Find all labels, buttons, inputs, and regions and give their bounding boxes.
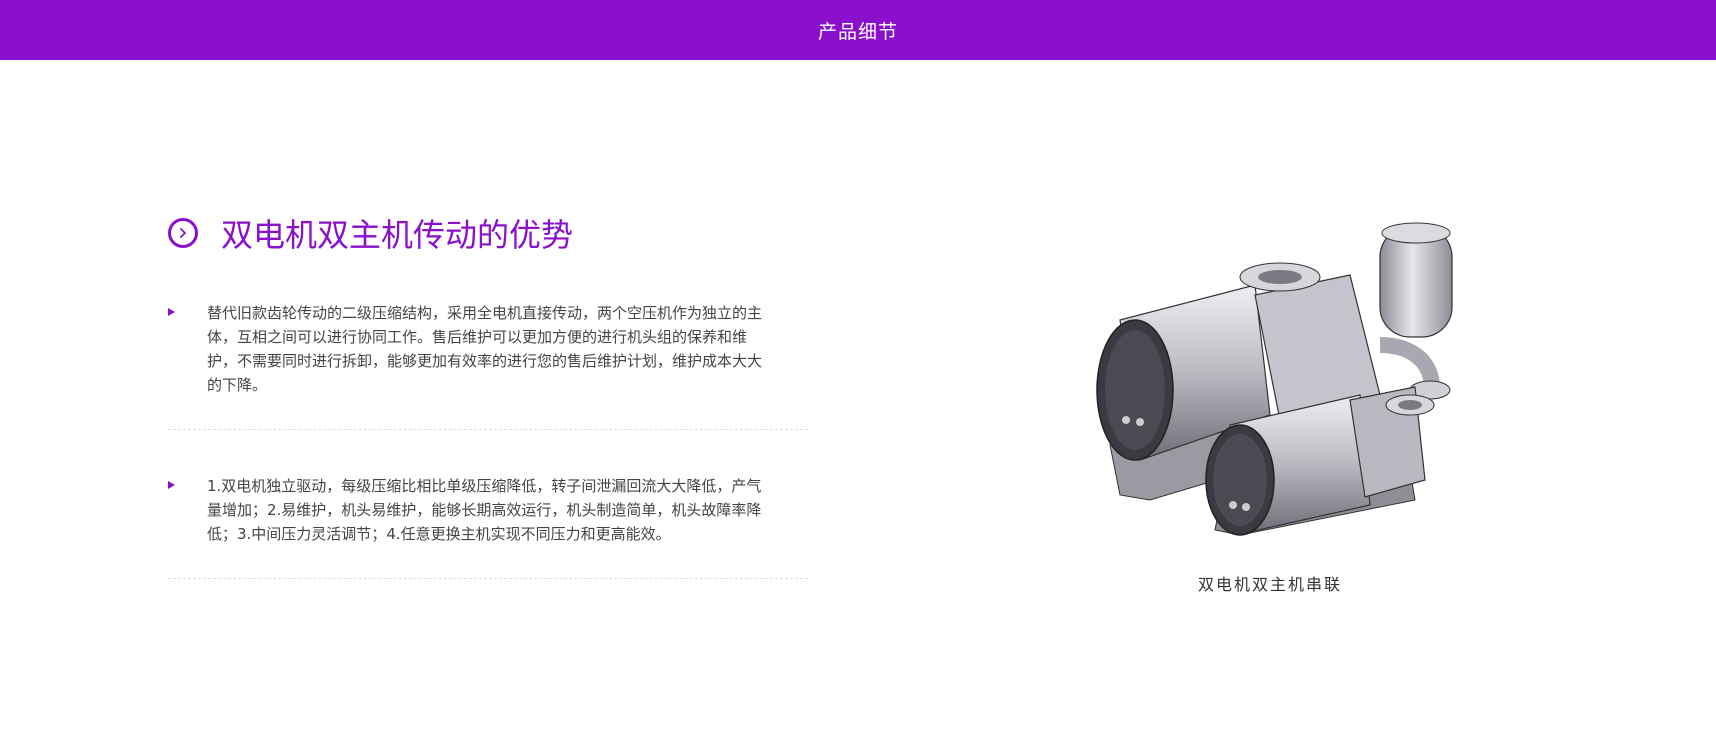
advantage-item: 1.双电机独立驱动，每级压缩比相比单级压缩降低，转子间泄漏回流大大降低，产气量增… bbox=[168, 474, 808, 546]
advantage-item: 替代旧款齿轮传动的二级压缩结构，采用全电机直接传动，两个空压机作为独立的主体，互… bbox=[168, 301, 808, 397]
bullet-triangle-icon bbox=[168, 308, 175, 316]
dashed-divider bbox=[168, 578, 808, 579]
section-title: 双电机双主机传动的优势 bbox=[221, 216, 574, 254]
bullet-triangle-icon bbox=[168, 481, 175, 489]
advantages-panel: 双电机双主机传动的优势 替代旧款齿轮传动的二级压缩结构，采用全电机直接传动，两个… bbox=[168, 207, 808, 579]
header-title: 产品细节 bbox=[817, 20, 898, 43]
advantage-text: 替代旧款齿轮传动的二级压缩结构，采用全电机直接传动，两个空压机作为独立的主体，互… bbox=[207, 304, 763, 394]
dashed-divider bbox=[168, 429, 808, 430]
figure-caption: 双电机双主机串联 bbox=[1197, 575, 1342, 594]
product-figure: 双电机双主机串联 bbox=[1080, 215, 1460, 595]
chevron-right-circle-icon bbox=[168, 218, 198, 248]
advantage-text: 1.双电机独立驱动，每级压缩比相比单级压缩降低，转子间泄漏回流大大降低，产气量增… bbox=[207, 477, 762, 543]
compressor-illustration bbox=[1096, 222, 1453, 536]
section-heading-row: 双电机双主机传动的优势 bbox=[168, 207, 808, 259]
product-detail-section: 双电机双主机传动的优势 替代旧款齿轮传动的二级压缩结构，采用全电机直接传动，两个… bbox=[0, 60, 1716, 741]
header-bar: 产品细节 bbox=[0, 0, 1716, 60]
